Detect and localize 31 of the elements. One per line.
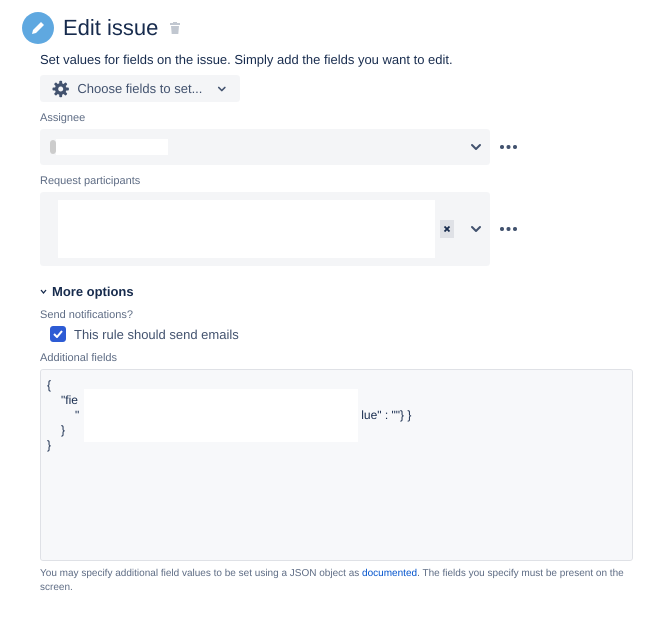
remove-icon[interactable] (440, 220, 454, 238)
documented-link[interactable]: documented (362, 568, 418, 579)
code-text: } (61, 423, 66, 438)
checkmark-icon (53, 330, 63, 338)
pencil-icon (22, 12, 54, 44)
page-title: Edit issue (63, 15, 158, 41)
json-editor[interactable]: { "fie " lue" : ""} } } } (40, 369, 633, 561)
code-text: lue" : ""} } (361, 408, 412, 423)
field-label: Assignee (40, 112, 86, 124)
field-label: Send notifications? (40, 309, 134, 321)
more-options-toggle[interactable]: More options (40, 284, 134, 299)
code-text: " (75, 408, 80, 423)
participants-field[interactable] (40, 192, 490, 266)
chevron-down-icon (218, 84, 227, 92)
chevron-down-icon (470, 224, 482, 234)
code-text: "fie (61, 393, 78, 408)
field-label: Additional fields (40, 352, 118, 364)
assignee-field[interactable] (40, 129, 490, 165)
chevron-down-icon (470, 142, 482, 152)
more-icon[interactable] (500, 227, 517, 231)
description-text: Set values for fields on the issue. Simply add the fields you want to edit. (40, 52, 454, 67)
choose-fields-button[interactable]: Choose fields to set... (40, 75, 240, 102)
help-text: You may specify additional field values to be set using a JSON object as documented. The fields you specify must be present on the screen. (40, 567, 625, 595)
avatar-icon (50, 140, 56, 154)
code-text: } (47, 438, 52, 453)
checkbox[interactable] (50, 326, 66, 342)
more-icon[interactable] (500, 145, 517, 149)
code-text: { (47, 378, 52, 393)
send-emails-checkbox[interactable]: This rule should send emails (50, 326, 633, 342)
field-label: Request participants (40, 175, 142, 187)
gear-icon (52, 80, 70, 98)
